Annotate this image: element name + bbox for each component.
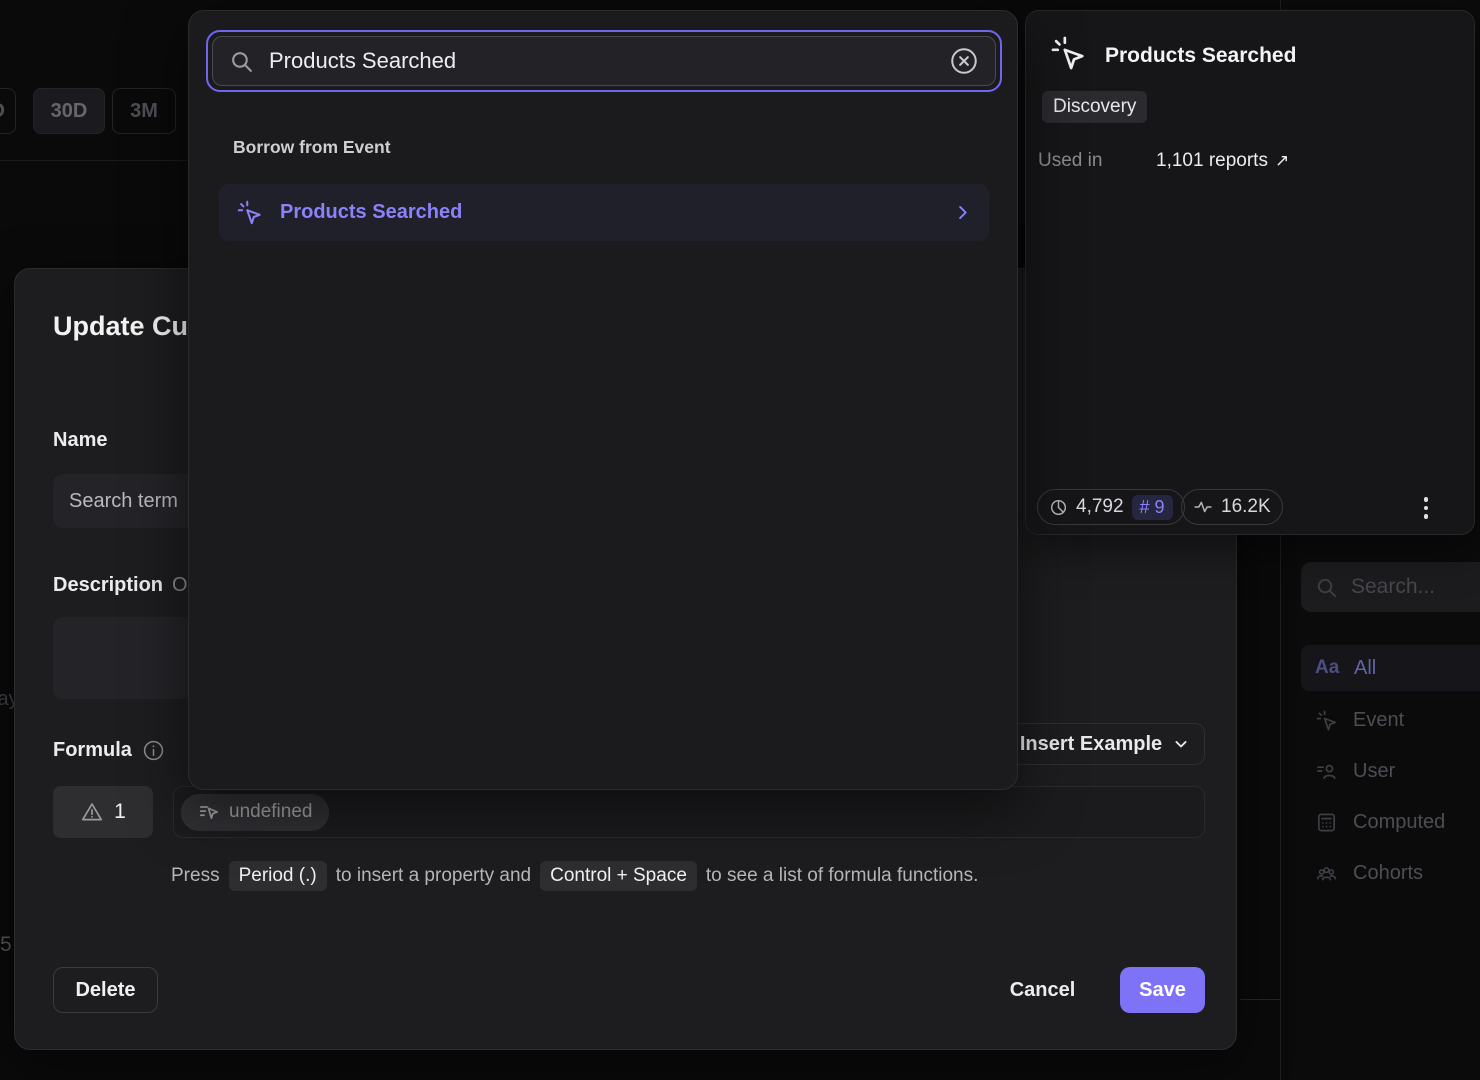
time-range-label: 3M <box>130 100 158 123</box>
event-card-title: Products Searched <box>1105 44 1296 68</box>
time-range-button-30d[interactable]: 30D <box>33 88 105 134</box>
event-count-pill[interactable]: 4,792 # 9 <box>1037 489 1185 525</box>
category-badge: Discovery <box>1042 91 1147 123</box>
modal-title: Update Cu <box>53 311 188 342</box>
more-options-kebab[interactable] <box>1416 493 1436 523</box>
event-count-value: 4,792 <box>1076 496 1124 518</box>
used-in-value: 1,101 reports <box>1156 150 1268 172</box>
cohorts-people-icon <box>1315 862 1338 885</box>
sidebar-item-label: All <box>1354 657 1376 680</box>
result-label: Products Searched <box>280 201 462 224</box>
error-count: 1 <box>114 800 126 824</box>
hint-text: Press <box>171 865 220 887</box>
formula-label-text: Formula <box>53 739 132 762</box>
pie-chart-icon <box>1049 498 1068 517</box>
event-rank-badge: # 9 <box>1132 495 1173 520</box>
property-cursor-icon <box>198 801 220 823</box>
formula-input[interactable]: undefined <box>173 786 1205 838</box>
undefined-property-chip[interactable]: undefined <box>181 794 329 831</box>
background-chart-label: 5 <box>0 933 12 957</box>
sidebar-item-cohorts[interactable]: Cohorts <box>1301 850 1480 896</box>
event-volume-value: 16.2K <box>1221 496 1271 518</box>
insert-example-label: Insert Example <box>1020 733 1162 756</box>
calculator-icon <box>1315 811 1338 834</box>
sidebar-item-label: Computed <box>1353 811 1445 834</box>
hint-text: to insert a property and <box>336 865 531 887</box>
borrow-from-event-label: Borrow from Event <box>233 137 391 158</box>
event-volume-pill[interactable]: 16.2K <box>1181 489 1283 525</box>
formula-label-row: Formula <box>53 739 165 762</box>
delete-button[interactable]: Delete <box>53 967 158 1013</box>
keyboard-key-control-space: Control + Space <box>540 861 697 891</box>
used-in-label: Used in <box>1038 150 1102 172</box>
used-in-reports-link[interactable]: 1,101 reports ↗ <box>1156 150 1289 172</box>
event-search-popover: Borrow from Event Products Searched <box>188 10 1018 790</box>
activity-pulse-icon <box>1193 497 1213 517</box>
sidebar-search-input[interactable]: Search... <box>1301 562 1480 612</box>
search-icon <box>1315 576 1338 599</box>
user-icon <box>1315 760 1338 783</box>
background-divider <box>0 160 188 161</box>
sidebar-item-user[interactable]: User <box>1301 748 1480 794</box>
time-range-button-3m[interactable]: 3M <box>112 88 176 134</box>
event-search-field[interactable] <box>212 36 996 86</box>
sidebar-item-event[interactable]: Event <box>1301 697 1480 743</box>
clear-search-icon[interactable] <box>949 46 979 76</box>
keyboard-key-period: Period (.) <box>229 861 327 891</box>
name-label: Name <box>53 429 107 452</box>
sidebar-search-placeholder: Search... <box>1351 575 1435 599</box>
sidebar-item-label: User <box>1353 760 1395 783</box>
sidebar-item-label: Event <box>1353 709 1404 732</box>
formula-hint: Press Period (.) to insert a property an… <box>171 861 978 891</box>
event-cursor-icon <box>1049 34 1087 72</box>
time-range-label: D <box>0 100 5 123</box>
search-result-products-searched[interactable]: Products Searched <box>219 184 989 241</box>
warning-icon <box>80 800 104 824</box>
sidebar-item-all[interactable]: Aa All <box>1301 645 1480 691</box>
time-range-button-7d[interactable]: D <box>0 88 16 134</box>
chevron-right-icon <box>953 203 972 222</box>
search-icon <box>229 49 254 74</box>
info-icon[interactable] <box>142 739 165 762</box>
event-cursor-icon <box>236 199 263 226</box>
description-label-text: Description <box>53 574 163 596</box>
chip-label: undefined <box>229 801 312 823</box>
external-arrow-icon: ↗ <box>1275 151 1289 171</box>
text-type-icon: Aa <box>1315 657 1339 679</box>
event-cursor-icon <box>1315 709 1338 732</box>
save-button[interactable]: Save <box>1120 967 1205 1013</box>
formula-error-counter[interactable]: 1 <box>53 786 153 838</box>
search-input-focus-ring <box>206 30 1002 92</box>
event-detail-card: Products Searched Discovery Used in 1,10… <box>1025 10 1475 535</box>
sidebar-item-label: Cohorts <box>1353 862 1423 885</box>
time-range-label: 30D <box>51 100 88 123</box>
insert-example-button[interactable]: Insert Example <box>1006 723 1205 765</box>
sidebar-item-computed[interactable]: Computed <box>1301 799 1480 845</box>
chevron-down-icon <box>1171 734 1191 754</box>
hint-text: to see a list of formula functions. <box>706 865 978 887</box>
cancel-button[interactable]: Cancel <box>990 967 1095 1013</box>
app-root: D 30D 3M lay 5 Search... Aa All Event <box>0 0 1480 1080</box>
event-search-input[interactable] <box>269 48 949 74</box>
